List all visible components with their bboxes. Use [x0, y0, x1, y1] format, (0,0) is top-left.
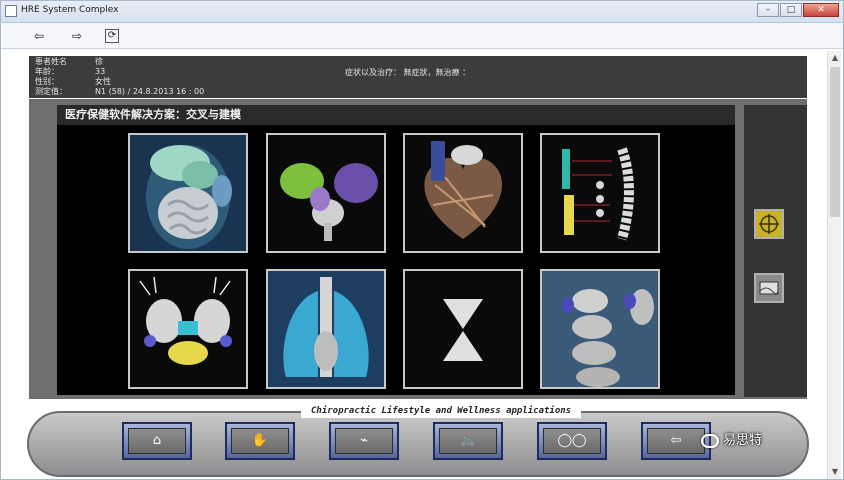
- brain-icon[interactable]: [266, 133, 386, 253]
- gender-value: 女性: [95, 77, 111, 86]
- patient-info-panel: 患者姓名 徐 年龄： 33 性别： 女性 测定值： N1 (58) / 24.8…: [29, 56, 807, 98]
- maximize-button[interactable]: □: [780, 3, 802, 17]
- measure-value: N1 (58) / 24.8.2013 16 : 00: [95, 87, 205, 96]
- heart-icon[interactable]: [403, 133, 523, 253]
- wechat-icon: [701, 433, 719, 448]
- age-label: 年龄：: [35, 67, 59, 76]
- back-icon: ⇦: [647, 428, 705, 454]
- gender-label: 性别：: [35, 77, 59, 86]
- lungs-icon[interactable]: [266, 269, 386, 389]
- name-label: 患者姓名: [35, 57, 67, 66]
- refresh-icon[interactable]: ⟳: [105, 29, 119, 43]
- toolbar: ⇦ ⇨ ⟳: [1, 23, 843, 49]
- vertical-scrollbar[interactable]: ▲ ▼: [827, 51, 841, 479]
- window-controls: – □ ✕: [757, 3, 839, 17]
- spine-nerves-icon[interactable]: [540, 133, 660, 253]
- circles-button[interactable]: ◯◯: [537, 422, 607, 460]
- home-icon: ⌂: [128, 428, 186, 454]
- ecg-button[interactable]: ⌁: [329, 422, 399, 460]
- bicycle-icon: 🚲: [439, 428, 497, 454]
- bottom-caption: Chiropractic Lifestyle and Wellness appl…: [301, 404, 582, 418]
- hand-button[interactable]: ✋: [225, 422, 295, 460]
- watermark: 易思特: [701, 429, 762, 451]
- scroll-thumb[interactable]: [830, 67, 840, 217]
- watermark-text: 易思特: [723, 433, 763, 448]
- name-value: 徐: [95, 57, 103, 66]
- image-icon[interactable]: [754, 273, 784, 303]
- main-panel: 医疗保健软件解决方案：交叉与建模: [29, 99, 807, 399]
- symptom-text: 症状以及治疗： 無症狀，無治療 ：: [345, 68, 471, 77]
- bicycle-button[interactable]: 🚲: [433, 422, 503, 460]
- age-value: 33: [95, 67, 106, 76]
- hand-icon: ✋: [231, 428, 289, 454]
- abdomen-organs-icon[interactable]: [128, 133, 248, 253]
- image-gallery: 医疗保健软件解决方案：交叉与建模: [57, 105, 735, 395]
- crosshair-icon[interactable]: [754, 209, 784, 239]
- measure-label: 测定值：: [35, 87, 67, 96]
- scroll-up-icon[interactable]: ▲: [828, 51, 842, 65]
- gallery-title: 医疗保健软件解决方案：交叉与建模: [57, 105, 735, 125]
- window-title: HRE System Complex: [21, 5, 119, 15]
- kidneys-icon[interactable]: [128, 269, 248, 389]
- side-toolbar: [744, 105, 807, 397]
- app-window: HRE System Complex – □ ✕ ⇦ ⇨ ⟳ ▲ ▼ 患者姓名 …: [0, 0, 844, 480]
- spine-detail-icon[interactable]: [540, 269, 660, 389]
- minimize-button[interactable]: –: [757, 3, 779, 17]
- ecg-icon: ⌁: [335, 428, 393, 454]
- home-button[interactable]: ⌂: [122, 422, 192, 460]
- forward-arrow-icon[interactable]: ⇨: [67, 27, 87, 45]
- hourglass-icon[interactable]: [403, 269, 523, 389]
- scroll-down-icon[interactable]: ▼: [828, 465, 842, 479]
- close-button[interactable]: ✕: [803, 3, 839, 17]
- back-arrow-icon[interactable]: ⇦: [29, 27, 49, 45]
- circles-icon: ◯◯: [543, 428, 601, 454]
- title-bar: HRE System Complex – □ ✕: [1, 1, 843, 23]
- app-icon: [5, 5, 17, 17]
